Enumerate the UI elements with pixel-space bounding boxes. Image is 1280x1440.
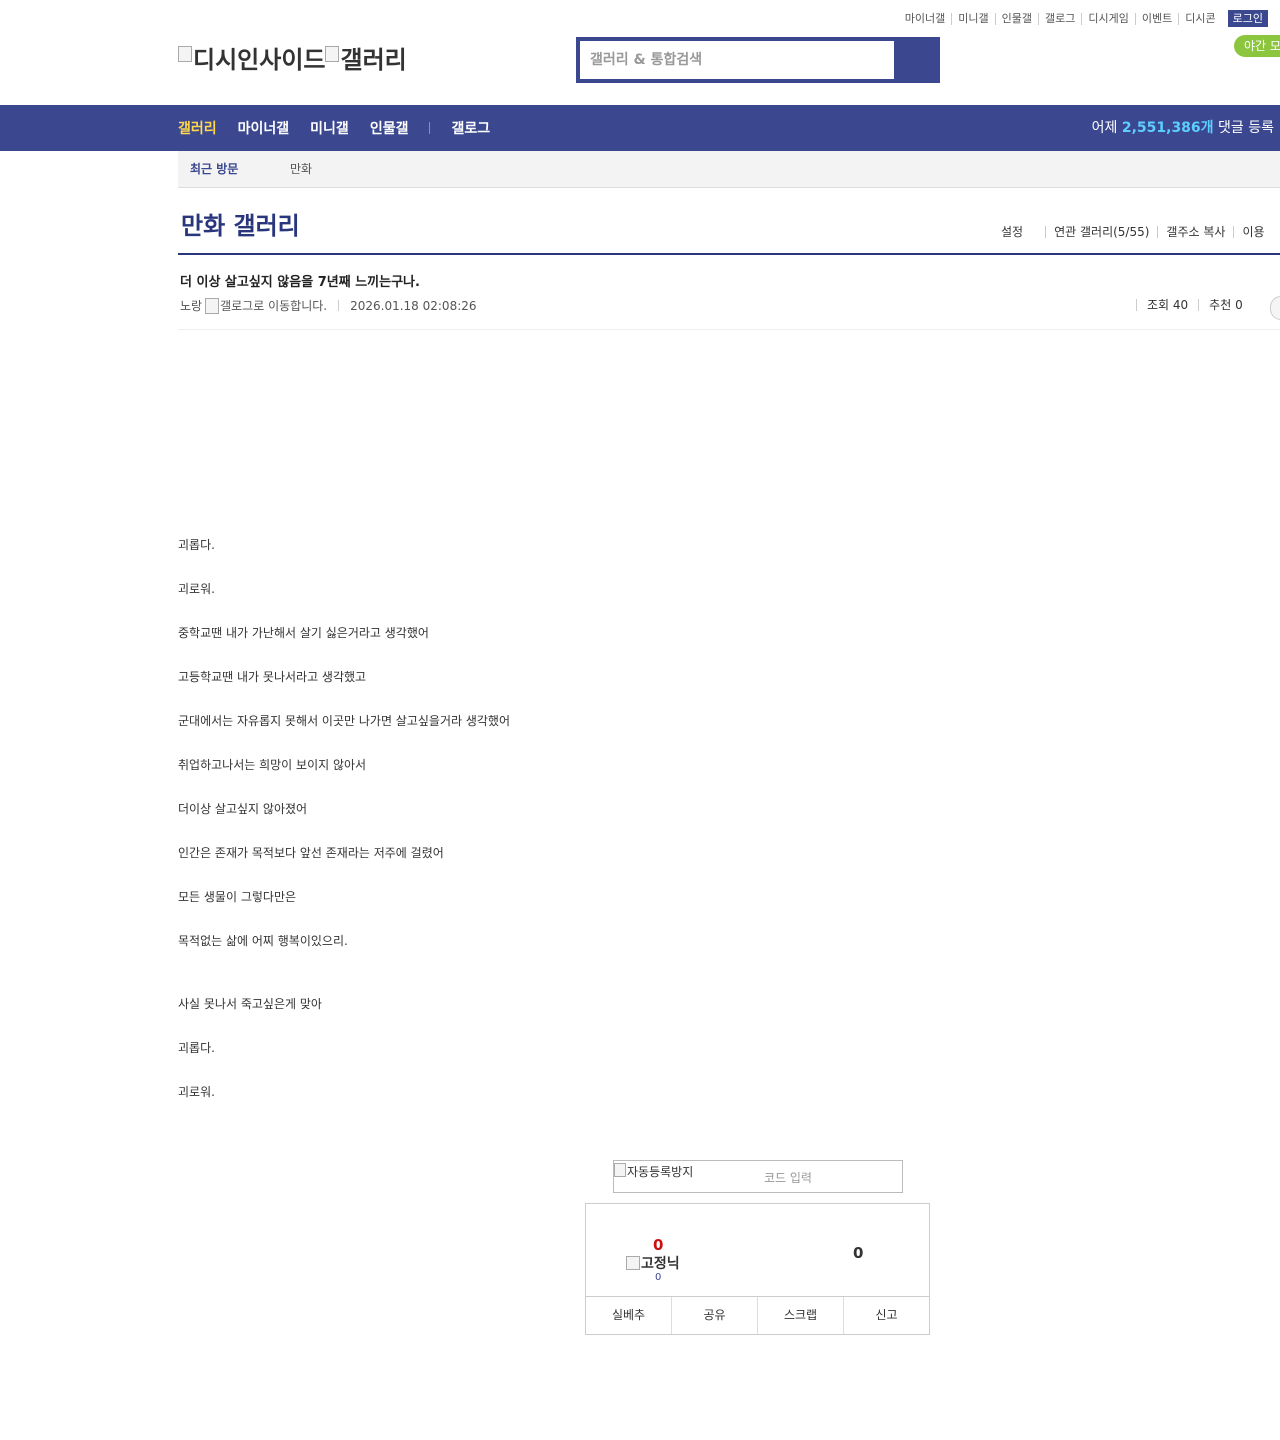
main-nav-bar: 갤러리 마이너갤 미니갤 인물갤 갤로그 어제 2,551,386개 댓글 등록: [0, 105, 1280, 151]
toplink-event[interactable]: 이벤트: [1134, 12, 1178, 25]
comment-stat-suffix: 댓글 등록: [1218, 120, 1274, 136]
post-body-line: 사실 못나서 죽고싶은게 맞아: [178, 997, 322, 1011]
nav-person-gallery[interactable]: 인물갤: [370, 118, 409, 138]
post-body-line: 괴로워.: [178, 1085, 215, 1099]
post-author[interactable]: 노랑: [180, 297, 202, 314]
best-recommend-button[interactable]: 실베추: [586, 1297, 671, 1334]
broken-image-icon: [178, 45, 192, 62]
comment-stat-number: 2,551,386개: [1121, 120, 1214, 136]
post-body-line: 목적없는 삶에 어찌 행복이있으리.: [178, 934, 348, 948]
nav-divider: [429, 122, 431, 134]
gallery-options: 설정 연관 갤러리(5/55) 갤주소 복사 이용: [1001, 226, 1273, 238]
scrap-button[interactable]: 스크랩: [757, 1297, 843, 1334]
post-body-line: 군대에서는 자유롭지 못해서 이곳만 나가면 살고싶을거라 생각했어: [178, 714, 511, 728]
fixed-nick-count: 0: [655, 1272, 662, 1283]
captcha-code-input[interactable]: 코드 입력: [764, 1169, 812, 1186]
nav-mini-gallery[interactable]: 미니갤: [310, 118, 349, 138]
broken-image-icon: [626, 1256, 640, 1270]
captcha-image-alt: 자동등록방지: [627, 1165, 694, 1179]
comment-stat: 어제 2,551,386개 댓글 등록: [1092, 105, 1274, 151]
toplink-person-gallery[interactable]: 인물갤: [994, 12, 1038, 25]
post-option-button[interactable]: [1270, 296, 1280, 320]
toplink-minor-gallery[interactable]: 마이너갤: [899, 12, 951, 25]
post-meta: 노랑 갤로그로 이동합니다. 2026.01.18 02:08:26: [180, 297, 477, 314]
post-body-line: 중학교땐 내가 가난해서 살기 싫은거라고 생각했어: [178, 626, 429, 640]
post-recommends: 추천 0: [1198, 299, 1253, 311]
top-utility-links: 마이너갤 미니갤 인물갤 갤로그 디시게임 이벤트 디시콘 로그인: [899, 10, 1268, 27]
vote-box: 0 고정닉 0 0 실베추 공유 스크랩 신고: [585, 1203, 930, 1335]
login-button[interactable]: 로그인: [1227, 10, 1268, 27]
recent-visit-label[interactable]: 최근 방문: [190, 151, 238, 188]
upvote-count[interactable]: 0: [653, 1236, 663, 1254]
fixed-nick-alt: 고정닉: [641, 1256, 680, 1272]
post-header-divider: [178, 329, 1280, 330]
post-body-line: 취업하고나서는 희망이 보이지 않아서: [178, 758, 367, 772]
fixed-nick-label: 고정닉: [626, 1253, 680, 1273]
post-views: 조회 40: [1136, 299, 1198, 311]
toplink-gallog[interactable]: 갤로그: [1038, 12, 1081, 25]
broken-image-icon: [614, 1163, 626, 1177]
recent-visit-bar: 최근 방문 만화: [178, 151, 1280, 188]
share-button[interactable]: 공유: [671, 1297, 757, 1334]
logo-gallery-text: 갤러리: [340, 46, 407, 74]
broken-image-icon: [205, 297, 220, 314]
post-stats: 조회 40 추천 0: [1136, 299, 1253, 311]
recent-visit-item[interactable]: 만화: [290, 151, 312, 188]
gallery-title[interactable]: 만화 갤러리: [181, 206, 300, 241]
post-body-line: 괴로워.: [178, 582, 215, 596]
toplink-dc-game[interactable]: 디시게임: [1081, 12, 1134, 25]
site-logo[interactable]: 디시인사이드 갤러리: [178, 40, 407, 75]
broken-image-icon: [325, 45, 340, 62]
post-body-line: 인간은 존재가 목적보다 앞선 존재라는 저주에 걸렸어: [178, 846, 444, 860]
comment-stat-prefix: 어제: [1091, 120, 1118, 136]
post-body-line: 괴롭다.: [178, 538, 215, 552]
gallery-usage-link[interactable]: 이용: [1233, 226, 1272, 238]
toplink-mini-gallery[interactable]: 미니갤: [951, 12, 994, 25]
vote-actions: 실베추 공유 스크랩 신고: [586, 1296, 929, 1334]
toplink-dccon[interactable]: 디시콘: [1178, 12, 1221, 25]
report-button[interactable]: 신고: [843, 1297, 929, 1334]
post-body-line: 더이상 살고싶지 않아졌어: [178, 802, 308, 816]
night-mode-button[interactable]: 야간 모: [1234, 35, 1280, 57]
post-date: 2026.01.18 02:08:26: [350, 298, 477, 313]
downvote-count[interactable]: 0: [853, 1244, 863, 1262]
search-bar: 갤러리 & 통합검색: [576, 37, 940, 83]
nav-gallery[interactable]: 갤러리: [178, 118, 217, 138]
gallery-settings-link[interactable]: 설정: [1001, 226, 1045, 238]
post-body-line: 모든 생물이 그렇다만은: [178, 890, 297, 904]
copy-gallery-address-link[interactable]: 갤주소 복사: [1157, 226, 1233, 238]
search-button[interactable]: [898, 41, 936, 79]
title-divider: [178, 253, 1280, 255]
post-body-line: 고등학교땐 내가 못나서라고 생각했고: [178, 670, 367, 684]
logo-dcinside-text: 디시인사이드: [193, 46, 326, 74]
captcha-box: 자동등록방지 코드 입력: [613, 1160, 903, 1193]
captcha-image: 자동등록방지: [614, 1163, 693, 1180]
nav-gallog[interactable]: 갤로그: [451, 118, 490, 138]
nav-minor-gallery[interactable]: 마이너갤: [238, 118, 290, 138]
post-title: 더 이상 살고싶지 않음을 7년째 느끼는구나.: [180, 275, 420, 290]
search-input[interactable]: 갤러리 & 통합검색: [580, 41, 894, 79]
post-body-line: 괴롭다.: [178, 1041, 215, 1055]
meta-divider: [338, 300, 340, 311]
gallog-link[interactable]: 갤로그로 이동합니다.: [220, 297, 327, 314]
related-gallery-link[interactable]: 연관 갤러리(5/55): [1045, 226, 1157, 238]
